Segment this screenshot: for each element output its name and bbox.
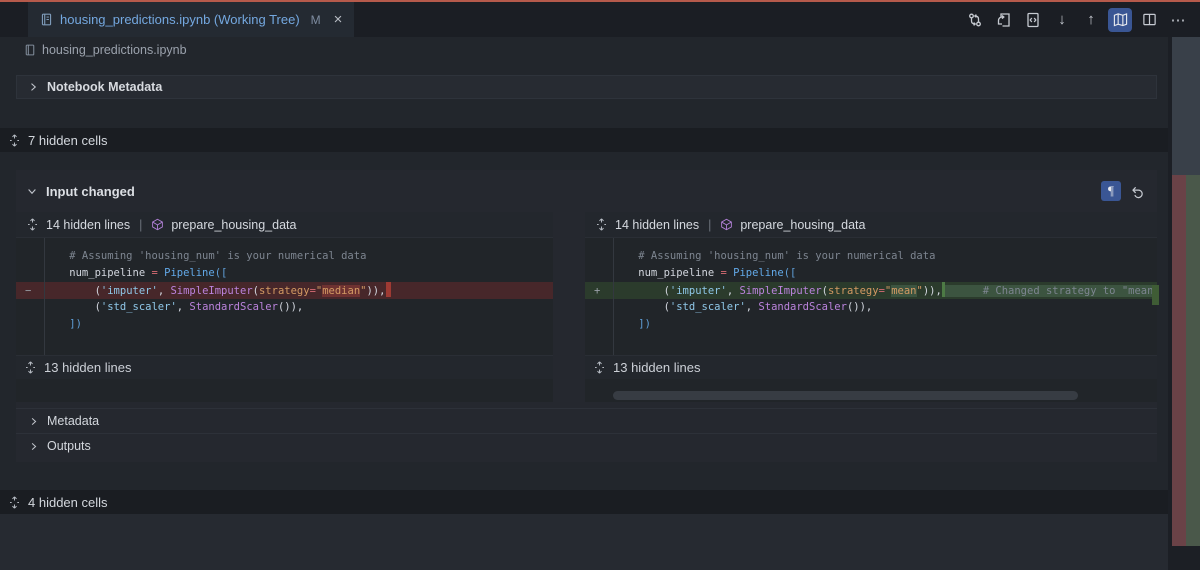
diff-cell-actions: ¶ — [1101, 181, 1147, 201]
modified-badge: M — [311, 13, 321, 27]
diff-pane-modified: 14 hidden lines | prepare_housing_data #… — [585, 212, 1157, 402]
cell-outputs-section[interactable]: Outputs — [16, 433, 1157, 458]
code-text: ]) — [613, 318, 651, 330]
unfold-icon — [8, 134, 21, 147]
code-line[interactable]: + ('imputer', SimpleImputer(strategy="me… — [585, 282, 1157, 299]
symbol-name: prepare_housing_data — [171, 218, 296, 232]
tab-housing-predictions-working-tree[interactable]: housing_predictions.ipynb (Working Tree)… — [28, 2, 354, 37]
notebook-icon — [24, 44, 36, 56]
scroll-down-icon[interactable]: ↓ — [1050, 8, 1074, 32]
cell-metadata-section[interactable]: Metadata — [16, 408, 1157, 433]
separator: | — [137, 218, 144, 232]
unfold-icon — [8, 496, 21, 509]
hidden-lines-top-row-modified[interactable]: 14 hidden lines | prepare_housing_data — [585, 212, 1157, 238]
symbol-method-icon — [720, 218, 733, 231]
discard-file-icon[interactable] — [992, 8, 1016, 32]
code-text: # Assuming 'housing_num' is your numeric… — [44, 250, 366, 262]
code-editor-original[interactable]: # Assuming 'housing_num' is your numeric… — [16, 238, 553, 355]
code-line[interactable]: ('std_scaler', StandardScaler()), — [585, 299, 1157, 316]
added-line-overview-mark — [1152, 285, 1159, 305]
chevron-right-icon — [28, 441, 39, 452]
tab-title: housing_predictions.ipynb (Working Tree) — [60, 12, 300, 27]
hidden-lines-top-row-original[interactable]: 14 hidden lines | prepare_housing_data — [16, 212, 553, 238]
scrollbar-thumb[interactable] — [1172, 37, 1200, 175]
map-view-icon[interactable] — [1108, 8, 1132, 32]
diff-editor: 14 hidden lines | prepare_housing_data #… — [16, 212, 1157, 402]
diff-cell-header[interactable]: Input changed ¶ — [16, 170, 1157, 212]
code-line[interactable]: − ('imputer', SimpleImputer(strategy="me… — [16, 282, 553, 299]
unfold-icon — [595, 218, 608, 231]
breadcrumb-file-name: housing_predictions.ipynb — [42, 43, 187, 57]
unfold-icon — [26, 218, 39, 231]
hidden-lines-bottom-row-original[interactable]: 13 hidden lines — [16, 355, 553, 379]
diff-pane-gap — [553, 212, 585, 402]
split-editor-icon[interactable] — [1137, 8, 1161, 32]
hidden-lines-bottom-row-modified[interactable]: 13 hidden lines — [585, 355, 1157, 379]
chevron-right-icon — [28, 416, 39, 427]
code-line[interactable]: num_pipeline = Pipeline([ — [16, 265, 553, 282]
overview-ruler-deleted — [1172, 175, 1186, 546]
code-text: # Assuming 'housing_num' is your numeric… — [613, 250, 935, 262]
hidden-lines-bottom-label: 13 hidden lines — [44, 360, 131, 375]
editor-actions-toolbar: ↓ ↑ ⋯ — [963, 8, 1200, 32]
cell-outputs-label: Outputs — [47, 439, 91, 453]
code-text: ('imputer', SimpleImputer(strategy="mean… — [613, 285, 1157, 297]
symbol-method-icon — [151, 218, 164, 231]
code-line[interactable]: ]) — [16, 316, 553, 333]
code-text: ('std_scaler', StandardScaler()), — [613, 301, 872, 313]
code-line[interactable]: num_pipeline = Pipeline([ — [585, 265, 1157, 282]
editor-tab-bar: housing_predictions.ipynb (Working Tree)… — [0, 2, 1200, 37]
code-text: ('std_scaler', StandardScaler()), — [44, 301, 303, 313]
notebook-metadata-section[interactable]: Notebook Metadata — [16, 75, 1157, 99]
unfold-icon — [593, 361, 606, 374]
notebook-diff-content: Notebook Metadata 7 hidden cells Input c… — [0, 62, 1168, 570]
horizontal-scrollbar[interactable] — [613, 391, 1078, 400]
vertical-scrollbar — [1168, 37, 1200, 570]
code-line[interactable]: ('std_scaler', StandardScaler()), — [16, 299, 553, 316]
scroll-up-icon[interactable]: ↑ — [1079, 8, 1103, 32]
close-tab-icon[interactable]: × — [334, 12, 343, 27]
hidden-lines-top-label: 14 hidden lines — [615, 218, 699, 232]
symbol-name: prepare_housing_data — [740, 218, 865, 232]
diff-gutter-sign: + — [585, 283, 613, 300]
hidden-cells-top-row[interactable]: 7 hidden cells — [0, 128, 1168, 152]
code-editor-modified[interactable]: # Assuming 'housing_num' is your numeric… — [585, 238, 1157, 355]
hidden-lines-bottom-label: 13 hidden lines — [613, 360, 700, 375]
separator: | — [706, 218, 713, 232]
git-compare-icon[interactable] — [963, 8, 987, 32]
hidden-cells-bottom-label: 4 hidden cells — [28, 495, 108, 510]
more-actions-icon[interactable]: ⋯ — [1166, 8, 1190, 32]
go-to-file-icon[interactable] — [1021, 8, 1045, 32]
code-text: num_pipeline = Pipeline([ — [44, 267, 227, 279]
diff-cell-card: Input changed ¶ 14 hidden lines — [16, 170, 1157, 462]
diff-cell-title: Input changed — [46, 184, 135, 199]
revert-icon[interactable] — [1127, 181, 1147, 201]
code-text: ('imputer', SimpleImputer(strategy="medi… — [44, 285, 391, 297]
chevron-down-icon[interactable] — [26, 185, 38, 197]
window-accent-line — [0, 0, 1200, 2]
hidden-lines-top-label: 14 hidden lines — [46, 218, 130, 232]
toggle-whitespace-button[interactable]: ¶ — [1101, 181, 1121, 201]
pane-filler — [16, 379, 553, 402]
code-line[interactable]: ]) — [585, 316, 1157, 333]
breadcrumb[interactable]: housing_predictions.ipynb — [0, 37, 1168, 62]
cell-metadata-label: Metadata — [47, 414, 99, 428]
code-line[interactable]: # Assuming 'housing_num' is your numeric… — [16, 248, 553, 265]
chevron-right-icon — [27, 81, 39, 93]
code-text: num_pipeline = Pipeline([ — [613, 267, 796, 279]
hidden-cells-bottom-row[interactable]: 4 hidden cells — [0, 490, 1168, 514]
overview-ruler-added — [1186, 175, 1200, 546]
code-text: ]) — [44, 318, 82, 330]
diff-pane-original: 14 hidden lines | prepare_housing_data #… — [16, 212, 553, 402]
diff-gutter-sign: − — [16, 283, 44, 300]
vscode-notebook-diff-window: housing_predictions.ipynb (Working Tree)… — [0, 0, 1200, 570]
hidden-cells-top-label: 7 hidden cells — [28, 133, 108, 148]
notebook-icon — [40, 13, 53, 26]
code-line[interactable]: # Assuming 'housing_num' is your numeric… — [585, 248, 1157, 265]
notebook-metadata-label: Notebook Metadata — [47, 80, 162, 94]
empty-area — [0, 514, 1168, 570]
unfold-icon — [24, 361, 37, 374]
